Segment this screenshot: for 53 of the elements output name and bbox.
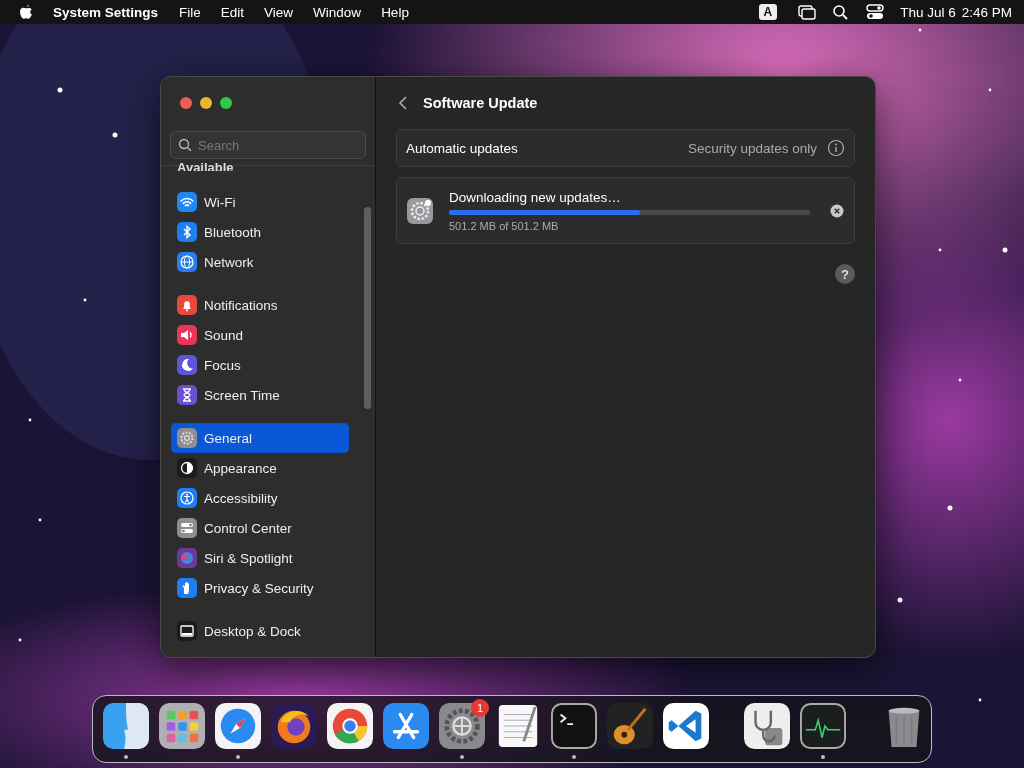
stethoscope-icon[interactable] (744, 703, 790, 749)
compass-icon[interactable] (215, 703, 261, 749)
sidebar-item[interactable]: Bluetooth (171, 217, 349, 247)
sidebar-item[interactable]: Siri & Spotlight (171, 543, 349, 573)
page-title: Software Update (423, 95, 538, 111)
sidebar-item[interactable]: Focus (171, 350, 349, 380)
scrollbar-thumb[interactable] (364, 207, 371, 409)
input-source-indicator[interactable]: A (758, 4, 778, 20)
monitor-graph-icon[interactable] (800, 703, 846, 749)
notification-badge: 1 (471, 699, 489, 717)
info-icon[interactable] (827, 139, 845, 157)
sidebar-item[interactable]: Sound (171, 320, 349, 350)
sidebar-item[interactable]: Notifications (171, 290, 349, 320)
sidebar-item[interactable]: General (171, 423, 349, 453)
triangle-strokes-icon[interactable] (383, 703, 429, 749)
menu-bar-date[interactable]: Thu Jul 6 (900, 4, 956, 20)
download-status: Downloading new updates… (449, 189, 622, 205)
close-button[interactable] (180, 97, 192, 109)
terminal-icon[interactable] (551, 703, 597, 749)
gear-icon (407, 197, 433, 224)
sidebar-item[interactable]: Control Center (171, 513, 349, 543)
menu-item[interactable]: Window (313, 4, 362, 20)
search-field[interactable]: Search (170, 131, 366, 159)
app-menu[interactable]: System Settings (53, 4, 159, 20)
back-button[interactable] (397, 95, 409, 111)
sidebar-item[interactable]: Privacy & Security (171, 573, 349, 603)
automatic-updates-row[interactable]: Automatic updates Security updates only (396, 129, 855, 167)
control-center-icon[interactable] (866, 4, 885, 20)
menu-item[interactable]: File (179, 4, 201, 20)
sidebar-item[interactable]: Network (171, 247, 349, 277)
ribbon-icon[interactable] (663, 703, 709, 749)
zoom-button[interactable] (220, 97, 232, 109)
gear-icon[interactable] (439, 703, 485, 749)
two-tone-square-icon[interactable] (103, 703, 149, 749)
setting-value: Security updates only (687, 140, 817, 156)
menu-item[interactable]: Help (381, 4, 409, 20)
apple-logo-icon[interactable] (18, 3, 34, 21)
sidebar-item[interactable]: Screen Time (171, 380, 349, 410)
menu-item[interactable]: Edit (220, 4, 245, 20)
setting-label: Automatic updates (406, 140, 518, 156)
sidebar-item[interactable]: Wi-Fi (171, 187, 349, 217)
sidebar-item[interactable]: Desktop & Dock (171, 616, 349, 646)
help-button[interactable]: ? (835, 264, 855, 284)
cancel-button[interactable] (830, 203, 844, 218)
menu-item[interactable]: View (264, 4, 294, 20)
minimize-button[interactable] (200, 97, 212, 109)
sidebar-item[interactable]: Appearance (171, 453, 349, 483)
menu-bar-clock[interactable]: 2:46 PM (961, 4, 1012, 20)
download-size: 501.2 MB of 501.2 MB (449, 219, 560, 232)
sidebar-item[interactable]: Accessibility (171, 483, 349, 513)
app-grid-icon[interactable] (159, 703, 205, 749)
guitar-icon[interactable] (607, 703, 653, 749)
windows-icon[interactable] (798, 4, 817, 20)
